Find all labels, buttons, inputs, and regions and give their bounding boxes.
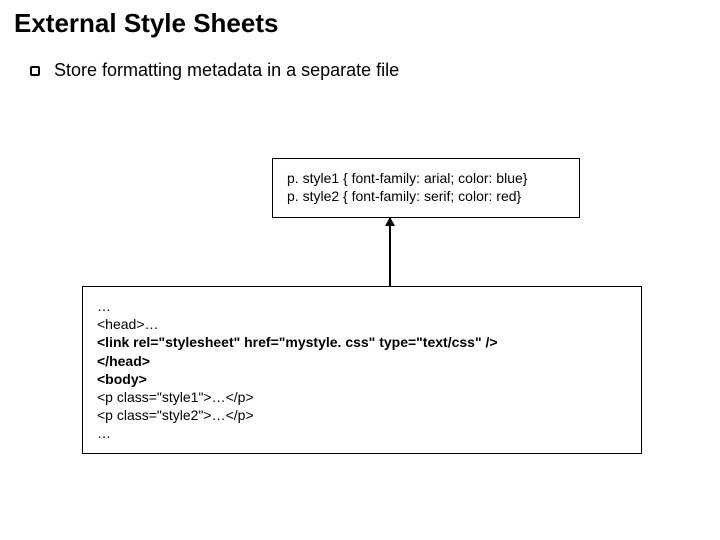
html-file-box: … <head>… <link rel="stylesheet" href="m…	[82, 286, 642, 454]
html-line-2: <head>…	[97, 315, 629, 333]
css-line-2: p. style2 { font-family: serif; color: r…	[287, 187, 569, 205]
html-line-7: <p class="style2">…</p>	[97, 406, 629, 424]
bullet-text: Store formatting metadata in a separate …	[54, 60, 399, 81]
slide-title: External Style Sheets	[14, 8, 278, 39]
html-line-6: <p class="style1">…</p>	[97, 388, 629, 406]
html-line-4: </head>	[97, 352, 629, 370]
html-line-3: <link rel="stylesheet" href="mystyle. cs…	[97, 333, 629, 351]
css-line-1: p. style1 { font-family: arial; color: b…	[287, 169, 569, 187]
html-line-5: <body>	[97, 370, 629, 388]
bullet-item: Store formatting metadata in a separate …	[30, 60, 399, 81]
css-file-box: p. style1 { font-family: arial; color: b…	[272, 158, 580, 218]
html-line-1: …	[97, 297, 629, 315]
bullet-icon	[30, 66, 40, 76]
arrow-icon	[389, 218, 391, 286]
html-line-8: …	[97, 424, 629, 442]
